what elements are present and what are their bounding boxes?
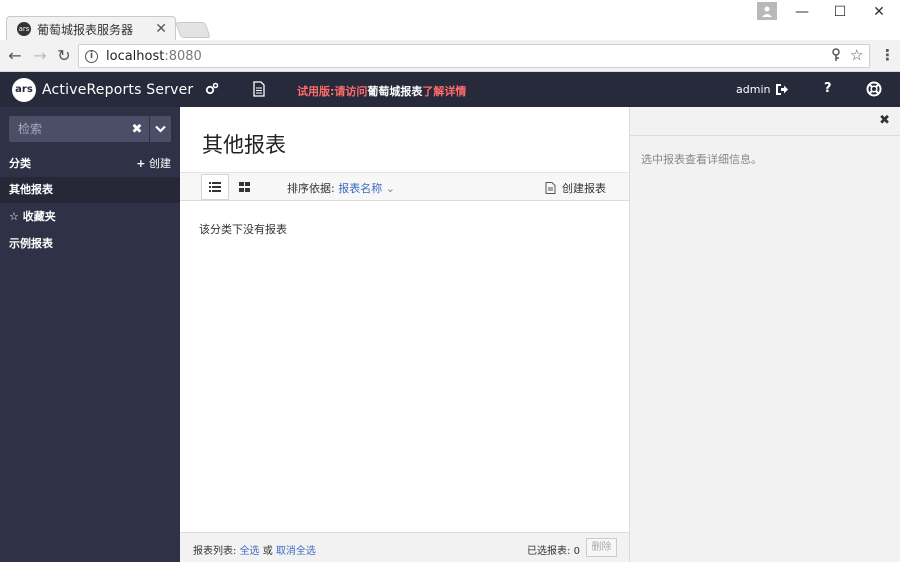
- sidebar-item-favorites[interactable]: ☆ 收藏夹: [0, 204, 180, 230]
- details-panel: ✖ 选中报表查看详细信息。: [630, 107, 900, 562]
- empty-message: 该分类下没有报表: [199, 223, 287, 236]
- selected-label: 已选报表:: [527, 546, 571, 557]
- category-title: 分类: [9, 157, 31, 170]
- sidebar-item-sample-reports[interactable]: 示例报表: [0, 231, 180, 257]
- main-content: 其他报表 排序依据: 报表名称 ⌄ 创建报表 该分类下没有报表 报表列表: 全选…: [180, 107, 630, 562]
- tab-title: 葡萄城报表服务器: [37, 22, 134, 37]
- search-box: ✖: [9, 116, 171, 142]
- search-options-chevron-icon[interactable]: [149, 116, 170, 142]
- browser-tab-strip: ars 葡萄城报表服务器 ✕ — ☐ ✕: [0, 0, 900, 41]
- list-label: 报表列表:: [193, 546, 237, 557]
- category-header: 分类 + 创建: [0, 153, 180, 173]
- trial-notice[interactable]: 试用版:请访问葡萄城报表了解详情: [297, 83, 466, 99]
- create-report-button[interactable]: 创建报表: [545, 180, 606, 196]
- trial-text: 试用版:请访问: [297, 85, 368, 98]
- forward-arrow-icon[interactable]: →: [30, 46, 50, 66]
- window-user-icon[interactable]: [757, 2, 777, 20]
- lifebuoy-icon[interactable]: [866, 81, 882, 97]
- user-name[interactable]: admin: [736, 83, 770, 96]
- sidebar: ✖ 分类 + 创建 其他报表 ☆ 收藏夹 示例报表: [0, 107, 180, 562]
- selection-links: 报表列表: 全选 或 取消全选: [193, 542, 316, 557]
- bookmark-star-icon[interactable]: ☆: [850, 46, 863, 64]
- list-view-icon: [209, 182, 221, 192]
- browser-menu-icon[interactable]: ⋮: [880, 46, 895, 64]
- window-close-icon[interactable]: ✕: [864, 2, 894, 22]
- create-report-label: 创建报表: [562, 182, 606, 195]
- gears-icon[interactable]: [204, 81, 220, 97]
- sort-control: 排序依据: 报表名称 ⌄: [287, 180, 395, 196]
- new-tab-button[interactable]: [175, 22, 211, 38]
- logo-icon: ars: [12, 78, 36, 102]
- page-title: 其他报表: [202, 133, 286, 157]
- trial-details: 了解详情: [422, 85, 467, 98]
- key-icon[interactable]: [831, 48, 841, 66]
- browser-toolbar: ← → ↻ i localhost :8080 ☆ ⋮: [0, 40, 900, 72]
- app-name: ActiveReports Server: [42, 82, 194, 98]
- app-header: ars ActiveReports Server 试用版:请访问葡萄城报表了解详…: [0, 72, 900, 107]
- list-footer: 报表列表: 全选 或 取消全选 已选报表: 0 删除: [180, 532, 629, 562]
- new-report-icon: [545, 182, 556, 194]
- close-panel-icon[interactable]: ✖: [879, 113, 890, 128]
- chevron-down-icon: ⌄: [385, 182, 395, 195]
- or-text: 或: [262, 546, 273, 557]
- logout-icon[interactable]: [775, 83, 789, 96]
- browser-tab[interactable]: ars 葡萄城报表服务器 ✕: [6, 16, 176, 41]
- selected-count: 已选报表: 0: [527, 542, 580, 557]
- panel-divider: [630, 135, 900, 136]
- window-maximize-icon[interactable]: ☐: [825, 2, 855, 22]
- reload-icon[interactable]: ↻: [54, 46, 74, 66]
- document-icon[interactable]: [251, 81, 267, 97]
- create-category-label: 创建: [149, 157, 171, 170]
- sidebar-item-other-reports[interactable]: 其他报表: [0, 177, 180, 203]
- url-port: :8080: [164, 48, 202, 64]
- help-icon[interactable]: ?: [824, 81, 832, 96]
- search-input[interactable]: [9, 122, 129, 136]
- list-view-button[interactable]: [201, 174, 229, 200]
- plus-icon: +: [136, 157, 146, 170]
- back-arrow-icon[interactable]: ←: [5, 46, 25, 66]
- url-host: localhost: [106, 48, 165, 64]
- info-icon[interactable]: i: [85, 49, 98, 63]
- grid-view-icon: [238, 182, 250, 192]
- tab-close-icon[interactable]: ✕: [155, 21, 167, 37]
- select-all-link[interactable]: 全选: [240, 546, 260, 557]
- address-bar[interactable]: i localhost :8080 ☆: [78, 44, 870, 68]
- window-minimize-icon[interactable]: —: [787, 2, 817, 22]
- sort-label: 排序依据:: [287, 182, 335, 195]
- grid-view-button[interactable]: [230, 174, 258, 200]
- sort-value: 报表名称: [338, 182, 383, 195]
- create-category-button[interactable]: + 创建: [136, 155, 171, 171]
- deselect-all-link[interactable]: 取消全选: [276, 546, 316, 557]
- selected-count-value: 0: [573, 546, 580, 557]
- app-logo[interactable]: ars ActiveReports Server: [12, 78, 193, 102]
- list-toolbar: 排序依据: 报表名称 ⌄ 创建报表: [180, 172, 629, 201]
- clear-search-icon[interactable]: ✖: [129, 122, 145, 137]
- details-message: 选中报表查看详细信息。: [641, 153, 762, 166]
- delete-button[interactable]: 删除: [586, 538, 617, 557]
- trial-link[interactable]: 葡萄城报表: [367, 85, 422, 98]
- tab-favicon-icon: ars: [17, 22, 31, 36]
- sort-dropdown[interactable]: 报表名称 ⌄: [338, 182, 395, 195]
